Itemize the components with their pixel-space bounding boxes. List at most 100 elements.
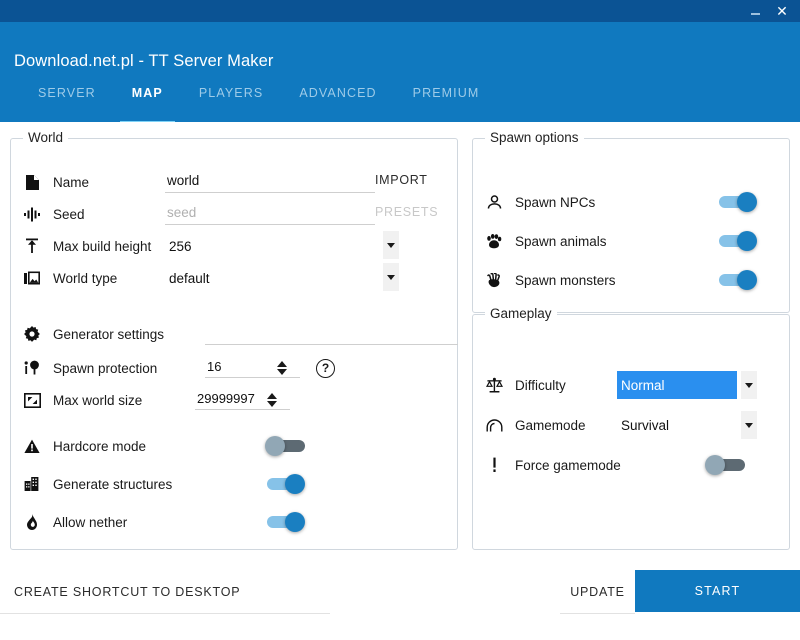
update-button[interactable]: UPDATE — [560, 570, 635, 614]
waveform-icon — [19, 207, 45, 222]
page-title: Download.net.pl - TT Server Maker — [14, 52, 274, 70]
row-generate-structures: Generate structures — [19, 471, 307, 497]
world-seed-label: Seed — [53, 206, 85, 222]
difficulty-dropdown-arrow[interactable] — [741, 371, 757, 399]
start-button[interactable]: START — [635, 570, 800, 612]
tab-server[interactable]: SERVER — [20, 80, 114, 122]
row-spawn-protection: Spawn protection ? — [19, 355, 335, 381]
max-build-height-value[interactable]: 256 — [169, 239, 192, 254]
stepper-down-icon[interactable] — [277, 369, 287, 375]
spawn-options-legend: Spawn options — [485, 130, 584, 145]
row-hardcore-mode: Hardcore mode — [19, 433, 307, 459]
row-difficulty: Difficulty Normal — [481, 371, 757, 399]
minimize-button[interactable] — [740, 0, 770, 22]
spawn-protection-arrows[interactable] — [275, 361, 289, 377]
gamemode-dropdown-arrow[interactable] — [741, 411, 757, 439]
file-icon — [19, 174, 45, 191]
gameplay-panel: Gameplay Difficulty Normal Gamemode Surv… — [472, 306, 790, 550]
gear-icon — [19, 326, 45, 342]
difficulty-combobox[interactable]: Normal — [617, 371, 757, 399]
row-world-type: World type default — [19, 265, 210, 291]
toggle-thumb — [737, 231, 757, 251]
tab-premium[interactable]: PREMIUM — [395, 80, 498, 122]
generator-settings-label: Generator settings — [53, 326, 165, 342]
warning-triangle-icon — [19, 439, 45, 454]
chevron-down-icon — [745, 382, 753, 388]
row-spawn-npcs: Spawn NPCs — [481, 189, 759, 215]
toggle-thumb — [265, 436, 285, 456]
row-spawn-animals: Spawn animals — [481, 228, 759, 254]
hardcore-mode-label: Hardcore mode — [53, 438, 147, 454]
row-gamemode: Gamemode Survival — [481, 411, 757, 439]
gamemode-combobox[interactable]: Survival — [617, 411, 757, 439]
person-icon — [481, 194, 507, 210]
tab-bar: SERVER MAP PLAYERS ADVANCED PREMIUM — [0, 80, 800, 124]
arch-icon — [481, 418, 507, 432]
row-world-seed: Seed — [19, 201, 375, 227]
allow-nether-toggle[interactable] — [265, 511, 307, 533]
spawn-npcs-toggle[interactable] — [717, 191, 759, 213]
max-world-size-input[interactable] — [195, 390, 265, 409]
world-seed-input[interactable] — [165, 203, 375, 225]
gamemode-value[interactable]: Survival — [617, 411, 737, 439]
row-world-name: Name — [19, 169, 375, 195]
claw-icon — [481, 272, 507, 288]
spawn-monsters-toggle[interactable] — [717, 269, 759, 291]
flame-icon — [19, 514, 45, 530]
spawn-options-panel: Spawn options Spawn NPCs Spawn animals S… — [472, 130, 790, 313]
row-force-gamemode: Force gamemode — [481, 452, 747, 478]
generator-settings-input[interactable] — [205, 323, 458, 345]
spawn-protection-help-icon[interactable]: ? — [316, 358, 335, 378]
world-name-label: Name — [53, 174, 90, 190]
tab-map[interactable]: MAP — [114, 80, 181, 124]
tab-players[interactable]: PLAYERS — [181, 80, 281, 122]
force-gamemode-label: Force gamemode — [515, 457, 621, 473]
stepper-up-icon[interactable] — [267, 393, 277, 399]
chevron-down-icon — [387, 274, 395, 280]
stepper-down-icon[interactable] — [267, 401, 277, 407]
difficulty-label: Difficulty — [515, 377, 566, 393]
exclamation-icon — [481, 457, 507, 473]
toggle-thumb — [285, 512, 305, 532]
allow-nether-label: Allow nether — [53, 514, 128, 530]
max-world-size-stepper[interactable] — [195, 390, 290, 410]
row-generator-settings: Generator settings — [19, 321, 458, 347]
spawn-protection-input[interactable] — [205, 358, 275, 377]
presets-button: PRESETS — [375, 205, 439, 219]
content-area: World Name world Seed seed Max build hei… — [0, 122, 800, 570]
minimize-icon — [750, 13, 760, 15]
gameplay-legend: Gameplay — [485, 306, 557, 321]
scales-icon — [481, 377, 507, 393]
spawn-animals-toggle[interactable] — [717, 230, 759, 252]
height-arrow-icon — [19, 238, 45, 254]
max-world-size-arrows[interactable] — [265, 393, 279, 409]
spawn-protection-stepper[interactable] — [205, 358, 300, 378]
paw-icon — [481, 233, 507, 249]
force-gamemode-toggle[interactable] — [705, 454, 747, 476]
generate-structures-label: Generate structures — [53, 476, 173, 492]
max-world-size-label: Max world size — [53, 392, 143, 408]
app-header: Download.net.pl - TT Server Maker SERVER… — [0, 22, 800, 124]
tab-advanced[interactable]: ADVANCED — [281, 80, 394, 122]
max-build-height-dropdown[interactable] — [383, 231, 399, 259]
toggle-thumb — [737, 192, 757, 212]
generate-structures-toggle[interactable] — [265, 473, 307, 495]
close-button[interactable]: ✕ — [770, 0, 800, 22]
create-shortcut-button[interactable]: CREATE SHORTCUT TO DESKTOP — [0, 570, 330, 614]
world-type-value[interactable]: default — [169, 271, 210, 286]
building-icon — [19, 476, 45, 492]
chevron-down-icon — [387, 242, 395, 248]
spawn-animals-label: Spawn animals — [515, 233, 607, 249]
row-spawn-monsters: Spawn monsters — [481, 267, 759, 293]
spawn-npcs-label: Spawn NPCs — [515, 194, 596, 210]
max-build-height-label: Max build height — [53, 238, 152, 254]
import-button[interactable]: IMPORT — [375, 173, 428, 187]
hardcore-mode-toggle[interactable] — [265, 435, 307, 457]
difficulty-value[interactable]: Normal — [617, 371, 737, 399]
stepper-up-icon[interactable] — [277, 361, 287, 367]
world-type-dropdown[interactable] — [383, 263, 399, 291]
world-name-input[interactable] — [165, 171, 375, 193]
row-max-build-height: Max build height 256 — [19, 233, 192, 259]
world-type-label: World type — [53, 270, 118, 286]
footer-bar: CREATE SHORTCUT TO DESKTOP UPDATE START — [0, 570, 800, 640]
